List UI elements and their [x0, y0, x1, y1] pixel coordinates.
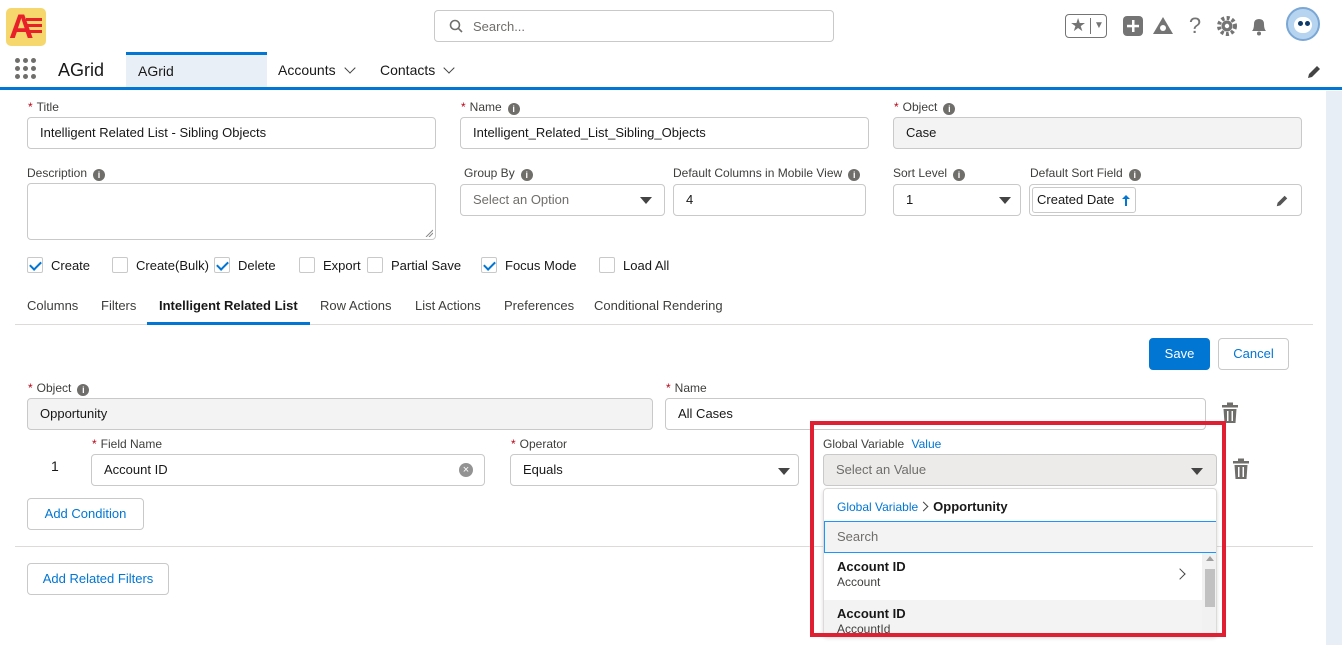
global-header: A Search... ★ ▼ ? — [0, 0, 1342, 52]
checkbox-delete-label: Delete — [238, 258, 276, 273]
checkbox-focus-mode[interactable] — [481, 257, 497, 273]
sort-field-input[interactable]: Created Date — [1029, 184, 1302, 216]
chevron-down-icon[interactable] — [778, 468, 790, 475]
resize-handle-icon[interactable] — [425, 229, 433, 237]
bell-icon[interactable] — [1247, 14, 1271, 38]
app-launcher-icon[interactable] — [15, 58, 37, 80]
app-nav-bar: AGrid AGrid Configuration Accounts Conta… — [0, 52, 1342, 111]
group-by-label: Group By i — [464, 166, 533, 181]
clear-icon[interactable]: × — [459, 463, 473, 477]
title-input[interactable]: Intelligent Related List - Sibling Objec… — [27, 117, 436, 149]
name-input[interactable]: Intelligent_Related_List_Sibling_Objects — [460, 117, 869, 149]
checkbox-load-all-label: Load All — [623, 258, 670, 273]
trailhead-icon[interactable] — [1151, 14, 1175, 38]
tab-columns[interactable]: Columns — [27, 287, 78, 325]
save-button[interactable]: Save — [1149, 338, 1210, 370]
search-icon — [449, 19, 463, 33]
highlight-annotation-box — [810, 421, 1226, 637]
nav-tab-agrid-configuration[interactable]: AGrid Configuration — [126, 52, 267, 111]
favorites-divider — [1090, 18, 1091, 34]
checkbox-delete[interactable] — [214, 257, 230, 273]
cancel-button[interactable]: Cancel — [1218, 338, 1289, 370]
logo-lines-icon — [26, 18, 42, 36]
sort-field-value: Created Date — [1037, 192, 1115, 207]
config-tabs: Columns Filters Intelligent Related List… — [15, 287, 1313, 325]
info-icon[interactable]: i — [77, 384, 90, 396]
checkbox-create[interactable] — [27, 257, 43, 273]
delete-condition-icon[interactable] — [1231, 458, 1251, 480]
field-name-input[interactable]: Account ID — [91, 454, 485, 486]
info-icon[interactable]: i — [953, 169, 966, 181]
tab-filters[interactable]: Filters — [101, 287, 136, 325]
nav-tab-accounts[interactable]: Accounts — [266, 52, 366, 87]
condition-row-number: 1 — [51, 458, 59, 474]
avatar-eye-icon — [1305, 21, 1310, 26]
info-icon[interactable]: i — [1128, 169, 1141, 181]
operator-label: * Operator — [511, 437, 568, 451]
help-icon[interactable]: ? — [1183, 14, 1207, 38]
object-label: * Object i — [894, 100, 956, 115]
checkbox-partial-save[interactable] — [367, 257, 383, 273]
info-icon[interactable]: i — [943, 103, 956, 115]
description-label: Description i — [27, 166, 106, 181]
edit-icon[interactable] — [1275, 194, 1289, 208]
sort-level-label: Sort Level i — [893, 166, 966, 181]
info-icon[interactable]: i — [507, 103, 520, 115]
tab-row-actions[interactable]: Row Actions — [320, 287, 392, 325]
description-textarea[interactable] — [27, 183, 436, 240]
info-icon[interactable]: i — [93, 169, 106, 181]
favorites-button[interactable]: ★ ▼ — [1065, 14, 1107, 38]
operator-select[interactable]: Equals — [510, 454, 799, 486]
nav-tab-label: Accounts — [278, 62, 336, 78]
user-avatar[interactable] — [1286, 7, 1320, 41]
group-by-select[interactable]: Select an Option — [460, 184, 665, 216]
avatar-eye-icon — [1298, 21, 1303, 26]
arrow-up-icon[interactable] — [1121, 194, 1131, 206]
info-icon[interactable]: i — [848, 169, 861, 181]
nav-tab-contacts[interactable]: Contacts — [368, 52, 465, 87]
gear-icon[interactable] — [1215, 14, 1239, 38]
checkbox-create-label: Create — [51, 258, 91, 273]
global-search-input[interactable]: Search... — [434, 10, 834, 42]
add-condition-button[interactable]: Add Condition — [27, 498, 144, 530]
nav-tab-label: Contacts — [380, 62, 436, 78]
tab-conditional-rendering[interactable]: Conditional Rendering — [594, 287, 723, 325]
checkbox-focus-mode-label: Focus Mode — [505, 258, 577, 273]
checkbox-create-bulk[interactable] — [112, 257, 128, 273]
add-related-filters-button[interactable]: Add Related Filters — [27, 563, 169, 595]
tab-list-actions[interactable]: List Actions — [415, 287, 481, 325]
chevron-down-icon[interactable] — [999, 197, 1011, 204]
edit-nav-icon[interactable] — [1306, 64, 1322, 80]
field-name-label: * Field Name — [92, 437, 163, 451]
tab-intelligent-related-list[interactable]: Intelligent Related List — [147, 287, 310, 325]
name-label: * Name i — [461, 100, 520, 115]
checkbox-export-label: Export — [323, 258, 361, 273]
mobile-columns-input[interactable]: 4 — [673, 184, 866, 216]
chevron-down-icon[interactable] — [443, 62, 455, 74]
object-input: Case — [893, 117, 1302, 149]
chevron-down-icon[interactable] — [640, 197, 652, 204]
search-placeholder: Search... — [473, 19, 526, 34]
star-icon: ★ — [1070, 15, 1087, 35]
app-logo[interactable]: A — [6, 8, 46, 46]
related-object-input: Opportunity — [27, 398, 653, 430]
related-object-label: * Object i — [28, 381, 90, 396]
page-scrollbar[interactable] — [1326, 91, 1342, 645]
sort-field-label: Default Sort Field i — [1030, 166, 1141, 181]
mobile-columns-label: Default Columns in Mobile View i — [673, 166, 861, 181]
info-icon[interactable]: i — [520, 169, 533, 181]
sort-field-pill[interactable]: Created Date — [1032, 187, 1136, 213]
app-name: AGrid — [58, 60, 105, 80]
checkbox-partial-save-label: Partial Save — [391, 258, 462, 273]
checkbox-create-bulk-label: Create(Bulk) — [136, 258, 209, 273]
related-name-label: * Name — [666, 381, 707, 395]
chevron-down-icon[interactable]: ▼ — [1094, 20, 1104, 31]
agrid-config-form: * Title Intelligent Related List - Siblin… — [0, 91, 1326, 645]
checkbox-load-all[interactable] — [599, 257, 615, 273]
tab-preferences[interactable]: Preferences — [504, 287, 574, 325]
title-label: * Title — [28, 100, 59, 114]
checkbox-export[interactable] — [299, 257, 315, 273]
chevron-down-icon[interactable] — [343, 62, 356, 74]
add-icon[interactable] — [1121, 14, 1145, 38]
